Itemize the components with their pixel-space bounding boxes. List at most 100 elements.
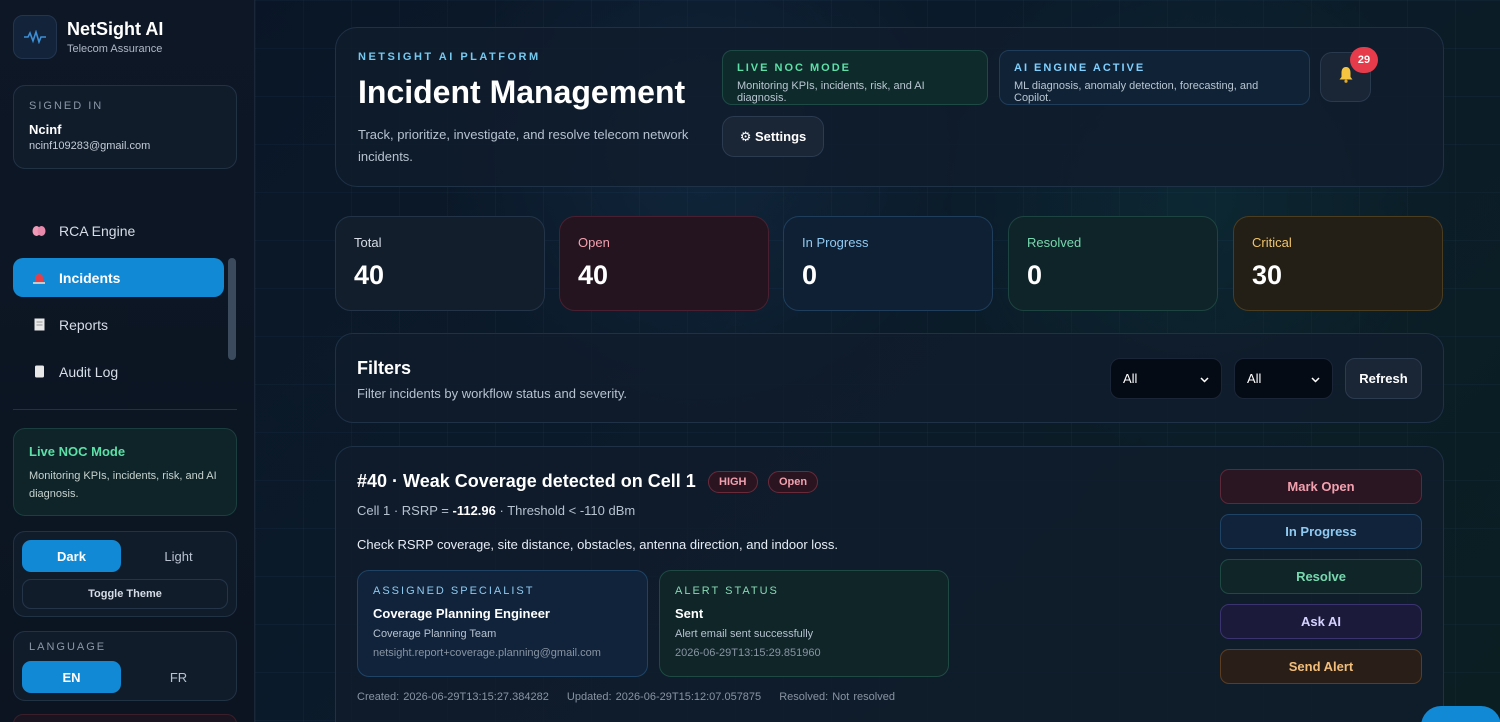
recommended-action: Check RSRP coverage, site distance, obst… <box>357 537 839 552</box>
severity-filter-value: All <box>1247 371 1262 386</box>
stat-card-open: Open 40 <box>559 216 769 311</box>
sidebar-nav: RCA Engine Incidents Reports Audit Log <box>13 211 224 399</box>
send-alert-button[interactable]: Send Alert <box>1220 649 1422 684</box>
theme-card: Dark Light Toggle Theme <box>13 531 237 617</box>
stat-label: Critical <box>1252 235 1292 250</box>
ai-engine-chip: AI ENGINE ACTIVE ML diagnosis, anomaly d… <box>999 50 1310 105</box>
live-noc-desc: Monitoring KPIs, incidents, risk, and AI… <box>29 470 217 500</box>
ai-engine-chip-desc: ML diagnosis, anomaly detection, forecas… <box>1014 80 1259 104</box>
ai-engine-chip-title: AI ENGINE ACTIVE <box>1014 62 1146 74</box>
chevron-down-icon <box>1200 371 1209 386</box>
stat-label: Resolved <box>1027 235 1082 250</box>
metric-prefix: Cell 1 · RSRP = <box>357 503 453 518</box>
in-progress-button[interactable]: In Progress <box>1220 514 1422 549</box>
stat-card-critical: Critical 30 <box>1233 216 1443 311</box>
stat-value: 40 <box>354 260 385 290</box>
sidebar-item-incidents[interactable]: Incidents <box>13 258 224 297</box>
created-timestamp: Created: 2026-06-29T13:15:27.384282 <box>357 691 549 703</box>
specialist-team: Coverage Planning Team <box>373 628 497 640</box>
sidebar-item-reports[interactable]: Reports <box>13 305 224 344</box>
updated-timestamp: Updated: 2026-06-29T15:12:07.057875 <box>566 691 762 703</box>
document-icon <box>31 317 47 333</box>
page-description: Track, prioritize, investigate, and reso… <box>358 127 689 164</box>
filters-title: Filters <box>357 358 412 378</box>
live-noc-chip-title: LIVE NOC MODE <box>737 62 852 74</box>
mark-open-button[interactable]: Mark Open <box>1220 469 1422 504</box>
language-card: LANGUAGE EN FR <box>13 631 237 701</box>
stat-value: 30 <box>1252 260 1283 290</box>
sidebar-item-label: Audit Log <box>59 363 119 380</box>
stat-card-in-progress: In Progress 0 <box>783 216 993 311</box>
brand-title: NetSight AI <box>67 19 164 39</box>
incident-card: #40 · Weak Coverage detected on Cell 1 H… <box>335 446 1444 722</box>
alert-message: Alert email sent successfully <box>675 628 814 640</box>
status-badge: Open <box>768 471 819 493</box>
bell-icon <box>1338 66 1354 88</box>
incident-timestamps: Created: 2026-06-29T13:15:27.384282 Upda… <box>357 691 895 703</box>
stat-value: 0 <box>802 260 818 290</box>
user-name: Ncinf <box>29 122 62 137</box>
status-filter-value: All <box>1123 371 1138 386</box>
live-noc-title: Live NOC Mode <box>29 444 126 459</box>
severity-filter-select[interactable]: All <box>1234 358 1333 399</box>
live-noc-chip-desc: Monitoring KPIs, incidents, risk, and AI… <box>737 80 925 104</box>
resolve-button[interactable]: Resolve <box>1220 559 1422 594</box>
stat-label: Open <box>578 235 610 250</box>
alert-time: 2026-06-29T13:15:29.851960 <box>675 647 821 659</box>
language-fr-button[interactable]: FR <box>129 661 228 693</box>
specialist-role: Coverage Planning Engineer <box>373 606 550 621</box>
stat-value: 0 <box>1027 260 1043 290</box>
sidebar-bottom-card <box>13 714 237 722</box>
sidebar-item-audit-log[interactable]: Audit Log <box>13 352 224 391</box>
specialist-email: netsight.report+coverage.planning@gmail.… <box>373 647 601 659</box>
metric-value: -112.96 <box>452 503 496 518</box>
floating-action-button[interactable] <box>1421 706 1500 722</box>
refresh-button[interactable]: Refresh <box>1345 358 1422 399</box>
sidebar-item-label: Reports <box>59 316 109 333</box>
severity-badge: HIGH <box>708 471 758 493</box>
ask-ai-button[interactable]: Ask AI <box>1220 604 1422 639</box>
filters-panel: Filters Filter incidents by workflow sta… <box>335 333 1444 423</box>
sidebar-scrollbar[interactable] <box>228 258 236 360</box>
alert-status-card: ALERT STATUS Sent Alert email sent succe… <box>659 570 949 677</box>
status-filter-select[interactable]: All <box>1110 358 1222 399</box>
alert-label: ALERT STATUS <box>675 585 779 597</box>
scroll-icon <box>31 364 47 380</box>
platform-kicker: NETSIGHT AI PLATFORM <box>358 51 541 63</box>
specialist-label: ASSIGNED SPECIALIST <box>373 585 535 597</box>
incident-metric: Cell 1 · RSRP = -112.96 · Threshold < -1… <box>357 503 635 518</box>
live-noc-card: Live NOC Mode Monitoring KPIs, incidents… <box>13 428 237 516</box>
stat-label: Total <box>354 235 382 250</box>
settings-button[interactable]: ⚙ Settings <box>722 116 824 157</box>
theme-light-button[interactable]: Light <box>129 540 228 572</box>
page-title: Incident Management <box>358 74 686 110</box>
theme-dark-button[interactable]: Dark <box>22 540 121 572</box>
language-en-button[interactable]: EN <box>22 661 121 693</box>
stat-card-total: Total 40 <box>335 216 545 311</box>
stat-card-resolved: Resolved 0 <box>1008 216 1218 311</box>
incident-title: #40 · Weak Coverage detected on Cell 1 <box>357 471 696 491</box>
filters-description: Filter incidents by workflow status and … <box>357 386 627 401</box>
live-noc-chip: LIVE NOC MODE Monitoring KPIs, incidents… <box>722 50 988 105</box>
brand-subtitle: Telecom Assurance <box>67 43 163 55</box>
brand: NetSight AI Telecom Assurance <box>13 15 163 59</box>
sidebar-item-label: RCA Engine <box>59 222 136 239</box>
sidebar: NetSight AI Telecom Assurance SIGNED IN … <box>0 0 255 722</box>
divider <box>13 409 237 410</box>
stat-label: In Progress <box>802 235 869 250</box>
signed-in-label: SIGNED IN <box>29 100 104 112</box>
siren-icon <box>31 270 47 286</box>
resolved-timestamp: Resolved: Not resolved <box>779 691 895 703</box>
language-label: LANGUAGE <box>29 641 107 653</box>
sidebar-item-rca-engine[interactable]: RCA Engine <box>13 211 224 250</box>
toggle-theme-button[interactable]: Toggle Theme <box>22 579 228 609</box>
chevron-down-icon <box>1311 371 1320 386</box>
notification-count-badge: 29 <box>1350 47 1378 73</box>
page-header: NETSIGHT AI PLATFORM Incident Management… <box>335 27 1444 187</box>
assigned-specialist-card: ASSIGNED SPECIALIST Coverage Planning En… <box>357 570 648 677</box>
sidebar-item-label: Incidents <box>59 269 121 286</box>
signed-in-card: SIGNED IN Ncinf ncinf109283@gmail.com <box>13 85 237 169</box>
brain-icon <box>31 223 47 239</box>
stat-value: 40 <box>578 260 609 290</box>
brand-logo-icon <box>13 15 57 59</box>
